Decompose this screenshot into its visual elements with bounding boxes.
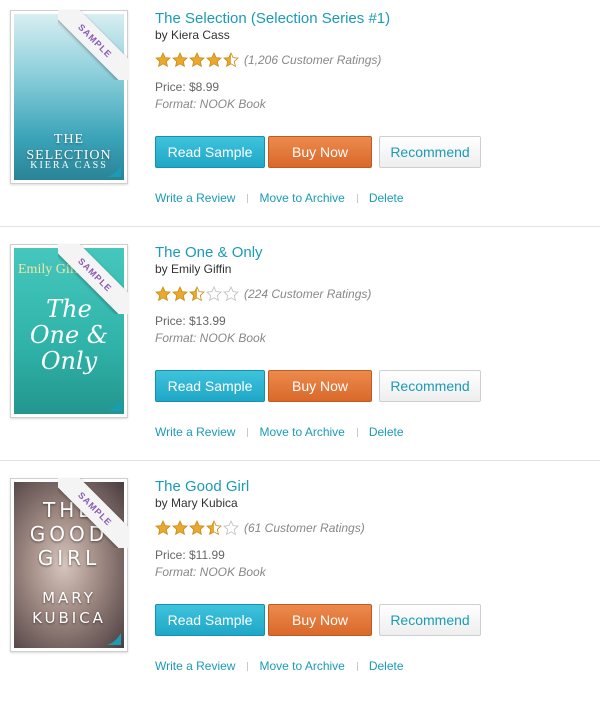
book-author: by Emily Giffin (155, 262, 232, 276)
book-price: Price: $13.99 (155, 314, 226, 328)
write-review-link[interactable]: Write a Review (155, 425, 235, 439)
star-full-icon (155, 52, 171, 68)
buy-now-button[interactable]: Buy Now (268, 370, 372, 402)
ratings-count: (224 Customer Ratings) (244, 287, 372, 301)
ratings-count: (1,206 Customer Ratings) (244, 53, 382, 67)
star-rating (155, 52, 240, 68)
book-format: Format: NOOK Book (155, 331, 266, 345)
book-price: Price: $11.99 (155, 548, 225, 562)
book-actions: Write a Review Move to Archive Delete (155, 191, 404, 205)
cover-bottom-text: MARY KUBICA (32, 589, 106, 627)
book-cover[interactable]: THE GOOD GIRL MARY KUBICA SAMPLE (10, 478, 128, 652)
sample-ribbon: SAMPLE (58, 244, 128, 314)
star-half-icon (223, 52, 239, 68)
star-full-icon (155, 520, 171, 536)
move-to-archive-link[interactable]: Move to Archive (259, 191, 344, 205)
sample-ribbon: SAMPLE (58, 478, 128, 548)
book-item: Emily Giffin The One & Only SAMPLE The O… (0, 234, 600, 468)
book-cover[interactable]: THE SELECTION KIERA CASS SAMPLE (10, 10, 128, 184)
star-empty-icon (206, 286, 222, 302)
divider (0, 226, 600, 227)
star-full-icon (172, 52, 188, 68)
delete-link[interactable]: Delete (369, 425, 404, 439)
star-full-icon (172, 286, 188, 302)
star-half-icon (206, 520, 222, 536)
buy-now-button[interactable]: Buy Now (268, 136, 372, 168)
delete-link[interactable]: Delete (369, 191, 404, 205)
separator (247, 661, 249, 671)
move-to-archive-link[interactable]: Move to Archive (259, 425, 344, 439)
star-full-icon (189, 52, 205, 68)
read-sample-button[interactable]: Read Sample (155, 370, 265, 402)
page-curl-icon (107, 633, 121, 645)
separator (356, 661, 358, 671)
separator (356, 427, 358, 437)
book-item: THE SELECTION KIERA CASS SAMPLE The Sele… (0, 0, 600, 234)
sample-label: SAMPLE (58, 244, 128, 314)
rating: (1,206 Customer Ratings) (155, 52, 381, 68)
book-item: THE GOOD GIRL MARY KUBICA SAMPLE The Goo… (0, 468, 600, 702)
move-to-archive-link[interactable]: Move to Archive (259, 659, 344, 673)
sample-ribbon: SAMPLE (58, 10, 128, 80)
book-price: Price: $8.99 (155, 80, 220, 94)
book-author: by Kiera Cass (155, 28, 230, 42)
separator (247, 427, 249, 437)
sample-label: SAMPLE (58, 10, 128, 80)
star-empty-icon (223, 520, 239, 536)
ratings-count: (61 Customer Ratings) (244, 521, 365, 535)
read-sample-button[interactable]: Read Sample (155, 604, 265, 636)
buy-now-button[interactable]: Buy Now (268, 604, 372, 636)
star-full-icon (206, 52, 222, 68)
book-actions: Write a Review Move to Archive Delete (155, 425, 404, 439)
star-empty-icon (223, 286, 239, 302)
write-review-link[interactable]: Write a Review (155, 191, 235, 205)
book-format: Format: NOOK Book (155, 565, 266, 579)
recommend-button[interactable]: Recommend (379, 136, 481, 168)
read-sample-button[interactable]: Read Sample (155, 136, 265, 168)
star-full-icon (189, 520, 205, 536)
rating: (61 Customer Ratings) (155, 520, 365, 536)
book-title[interactable]: The One & Only (155, 244, 263, 261)
star-rating (155, 286, 240, 302)
page-curl-icon (107, 165, 121, 177)
star-half-icon (189, 286, 205, 302)
recommend-button[interactable]: Recommend (379, 370, 481, 402)
delete-link[interactable]: Delete (369, 659, 404, 673)
page-curl-icon (107, 399, 121, 411)
star-rating (155, 520, 240, 536)
book-cover[interactable]: Emily Giffin The One & Only SAMPLE (10, 244, 128, 418)
separator (247, 193, 249, 203)
book-title[interactable]: The Good Girl (155, 478, 249, 495)
book-format: Format: NOOK Book (155, 97, 266, 111)
book-author: by Mary Kubica (155, 496, 238, 510)
divider (0, 460, 600, 461)
rating: (224 Customer Ratings) (155, 286, 371, 302)
book-actions: Write a Review Move to Archive Delete (155, 659, 404, 673)
separator (356, 193, 358, 203)
star-full-icon (172, 520, 188, 536)
recommend-button[interactable]: Recommend (379, 604, 481, 636)
star-full-icon (155, 286, 171, 302)
sample-label: SAMPLE (58, 478, 128, 548)
write-review-link[interactable]: Write a Review (155, 659, 235, 673)
book-title[interactable]: The Selection (Selection Series #1) (155, 10, 390, 27)
